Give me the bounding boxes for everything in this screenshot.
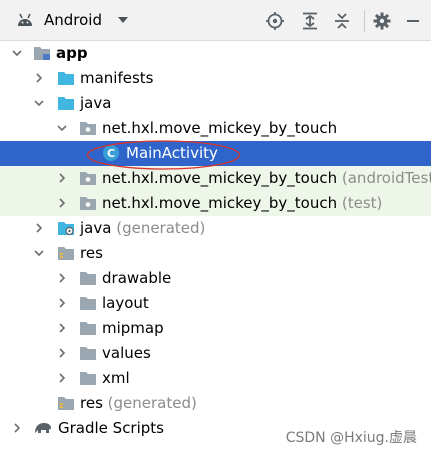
tree-label-java-generated: java (80, 219, 112, 237)
folder-icon (80, 322, 96, 335)
resources-folder-icon (58, 397, 74, 410)
tree-label-layout: layout (102, 294, 149, 312)
tree-label-package-test: net.hxl.move_mickey_by_touch (102, 194, 338, 212)
project-toolbar: Android (0, 0, 431, 41)
chevron-right-icon[interactable] (57, 323, 67, 333)
locate-icon[interactable] (266, 12, 284, 30)
tree-row-app[interactable]: app (0, 41, 431, 66)
folder-icon (80, 347, 96, 360)
expand-all-icon[interactable] (301, 12, 319, 30)
chevron-right-icon[interactable] (34, 73, 44, 83)
tree-label-gradle-scripts: Gradle Scripts (58, 419, 164, 437)
tree-label-java: java (80, 94, 112, 112)
minimize-icon[interactable] (404, 12, 422, 30)
tree-label-app: app (56, 44, 88, 62)
chevron-down-icon[interactable] (34, 248, 44, 258)
tree-row-package-main[interactable]: net.hxl.move_mickey_by_touch (0, 116, 431, 141)
annotation-ellipse (86, 140, 241, 170)
package-icon (80, 122, 96, 135)
chevron-right-icon[interactable] (12, 423, 22, 433)
tree-label-package-android-test: net.hxl.move_mickey_by_touch (102, 169, 338, 187)
chevron-down-icon[interactable] (34, 98, 44, 108)
tree-suffix-res-generated: (generated) (107, 394, 197, 412)
gradle-elephant-icon (35, 423, 51, 433)
android-icon (18, 13, 32, 26)
tree-row-java-generated[interactable]: java (generated) (0, 216, 431, 241)
tree-label-res: res (80, 244, 103, 262)
tree-row-res[interactable]: res (0, 241, 431, 266)
tree-label-manifests: manifests (80, 69, 154, 87)
collapse-all-icon[interactable] (333, 12, 351, 30)
chevron-down-icon[interactable] (12, 48, 22, 58)
chevron-right-icon[interactable] (57, 298, 67, 308)
tree-row-drawable[interactable]: drawable (0, 266, 431, 291)
chevron-right-icon[interactable] (57, 273, 67, 283)
project-tree: app manifests java net.hxl.move_mickey_b… (0, 41, 431, 455)
tree-row-res-generated[interactable]: res (generated) (0, 391, 431, 416)
module-folder-icon (34, 47, 50, 60)
chevron-down-icon[interactable] (57, 123, 67, 133)
tree-row-values[interactable]: values (0, 341, 431, 366)
toolbar-separator (364, 10, 365, 32)
tree-label-values: values (102, 344, 151, 362)
view-selector-label[interactable]: Android (44, 11, 102, 29)
folder-icon (80, 272, 96, 285)
package-icon (80, 172, 96, 185)
chevron-right-icon[interactable] (57, 373, 67, 383)
chevron-right-icon[interactable] (34, 223, 44, 233)
resources-folder-icon (58, 247, 74, 260)
tree-label-drawable: drawable (102, 269, 172, 287)
chevron-right-icon[interactable] (57, 348, 67, 358)
tree-row-manifests[interactable]: manifests (0, 66, 431, 91)
tree-label-package: net.hxl.move_mickey_by_touch (102, 119, 338, 137)
generated-folder-icon (58, 222, 74, 236)
settings-gear-icon[interactable] (373, 12, 391, 30)
tree-row-layout[interactable]: layout (0, 291, 431, 316)
folder-icon (80, 297, 96, 310)
tree-suffix-test: (test) (341, 194, 383, 212)
tree-label-res-generated: res (80, 394, 103, 412)
tree-label-xml: xml (102, 369, 130, 387)
tree-row-package-test[interactable]: net.hxl.move_mickey_by_touch (test) (0, 191, 431, 216)
tree-suffix-java-generated: (generated) (116, 219, 206, 237)
dropdown-caret-icon[interactable] (117, 15, 129, 25)
chevron-right-icon[interactable] (57, 198, 67, 208)
tree-row-xml[interactable]: xml (0, 366, 431, 391)
tree-suffix-android-test: (androidTest) (341, 169, 431, 187)
folder-icon (80, 372, 96, 385)
tree-row-java[interactable]: java (0, 91, 431, 116)
folder-icon (58, 72, 74, 85)
tree-label-mipmap: mipmap (102, 319, 164, 337)
java-folder-icon (58, 97, 74, 110)
chevron-right-icon[interactable] (57, 173, 67, 183)
package-icon (80, 197, 96, 210)
tree-row-mipmap[interactable]: mipmap (0, 316, 431, 341)
watermark: CSDN @Hxiug.虚晨 (285, 430, 417, 446)
